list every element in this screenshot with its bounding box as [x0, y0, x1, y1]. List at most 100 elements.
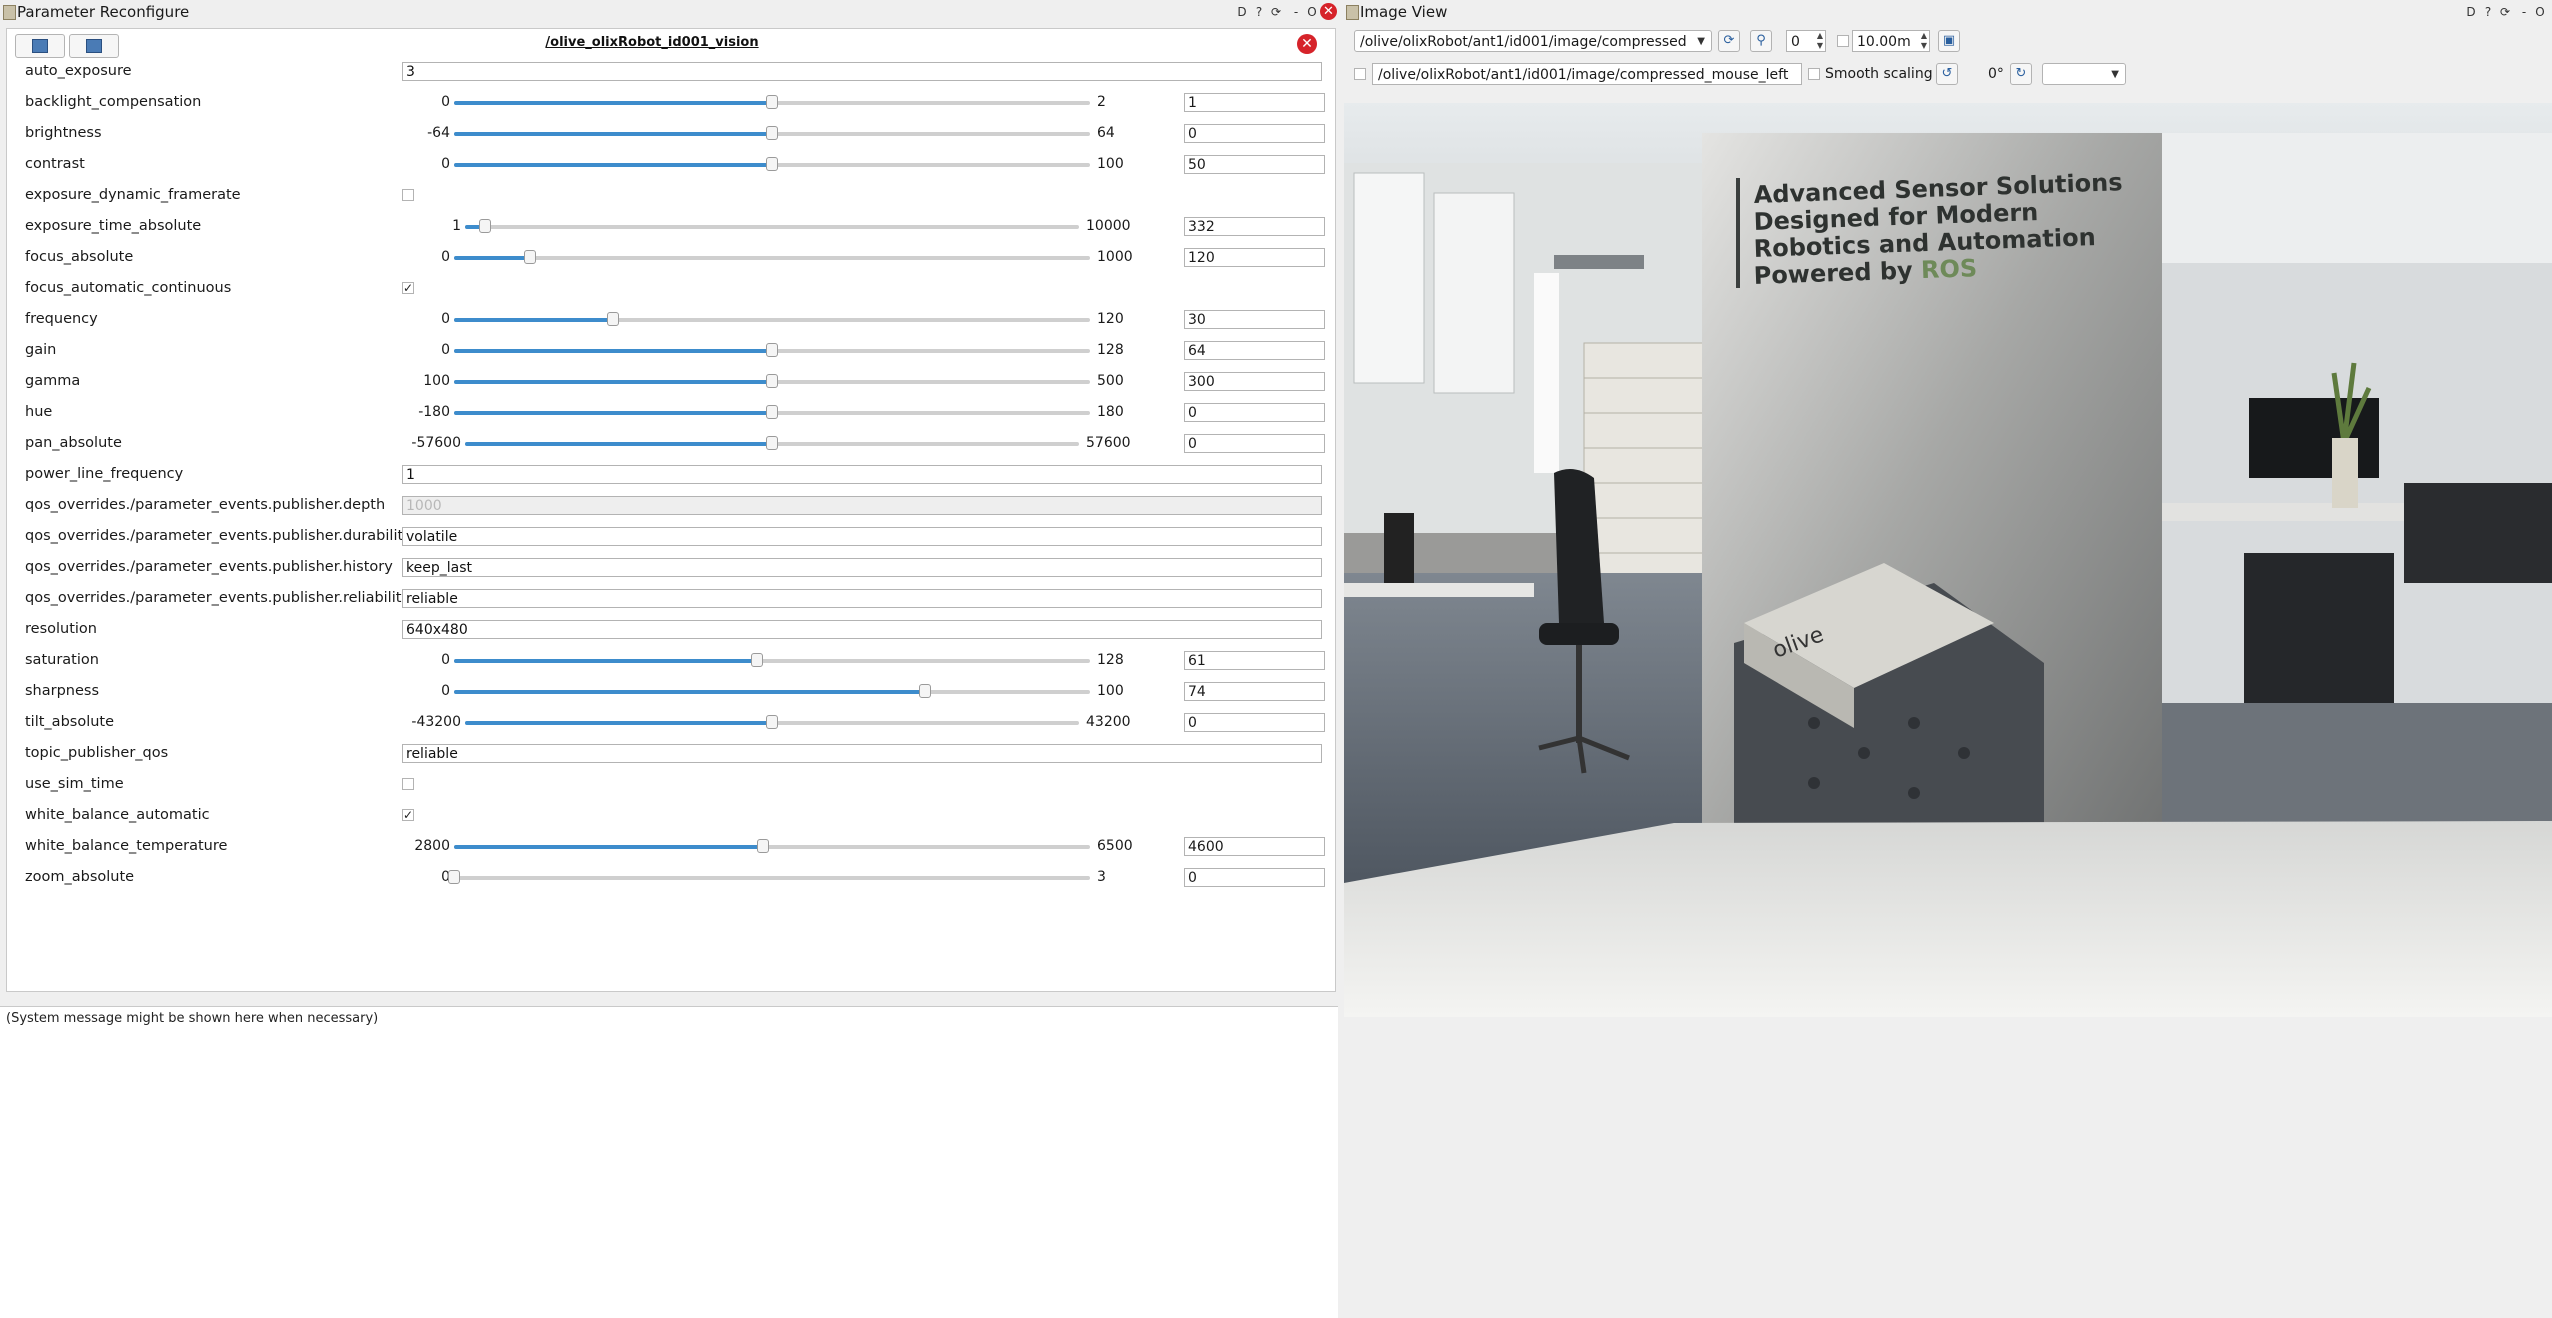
- param-slider-fill: [465, 721, 772, 725]
- param-value-field[interactable]: 0: [1184, 434, 1325, 453]
- dock-button[interactable]: D: [2463, 4, 2479, 20]
- minimize-button[interactable]: -: [2516, 4, 2532, 20]
- refresh-icon[interactable]: ⟳: [2497, 4, 2513, 20]
- camera-image[interactable]: olive Advanced Sensor Solutions Designed…: [1344, 103, 2552, 1017]
- param-max: 64: [1097, 125, 1115, 141]
- close-window-icon[interactable]: ✕: [1320, 3, 1337, 20]
- param-name: saturation: [25, 652, 99, 668]
- help-icon[interactable]: ?: [2480, 4, 2496, 20]
- param-slider-handle[interactable]: [766, 343, 778, 357]
- param-value-field[interactable]: 74: [1184, 682, 1325, 701]
- param-value-field[interactable]: reliable: [402, 744, 1322, 763]
- help-icon[interactable]: ?: [1251, 4, 1267, 20]
- param-max: 1000: [1097, 249, 1133, 265]
- param-slider-handle[interactable]: [766, 95, 778, 109]
- param-slider-fill: [454, 659, 758, 663]
- publish-click-checkbox[interactable]: [1354, 68, 1366, 80]
- param-slider[interactable]: [465, 715, 1079, 729]
- param-slider[interactable]: [454, 95, 1090, 109]
- param-row-contrast: contrast 0 100 50: [25, 149, 1325, 180]
- zoom-value: 0: [1791, 34, 1800, 50]
- param-value-field[interactable]: 0: [1184, 124, 1325, 143]
- param-slider[interactable]: [454, 250, 1090, 264]
- param-value-field[interactable]: 0: [1184, 403, 1325, 422]
- param-slider[interactable]: [454, 343, 1090, 357]
- minimize-button[interactable]: -: [1288, 4, 1304, 20]
- param-slider-handle[interactable]: [766, 157, 778, 171]
- save-image-icon[interactable]: ▣: [1938, 30, 1960, 52]
- param-slider[interactable]: [454, 374, 1090, 388]
- param-value-field[interactable]: 50: [1184, 155, 1325, 174]
- param-slider[interactable]: [465, 436, 1079, 450]
- param-slider-handle[interactable]: [524, 250, 537, 264]
- param-value-field[interactable]: keep_last: [402, 558, 1322, 577]
- max-range-checkbox[interactable]: [1837, 35, 1849, 47]
- param-row-qos-overrides-parameter-events-publisher-history: qos_overrides./parameter_events.publishe…: [25, 552, 1325, 583]
- param-value-field[interactable]: 0: [1184, 868, 1325, 887]
- refresh-topics-button[interactable]: ⟳: [1718, 30, 1740, 52]
- max-range-spinbox[interactable]: 10.00m ▲ ▼: [1852, 30, 1930, 52]
- param-slider-handle[interactable]: [766, 126, 778, 140]
- param-slider-handle[interactable]: [766, 374, 778, 388]
- param-slider-fill: [454, 411, 772, 415]
- param-slider-handle[interactable]: [479, 219, 492, 233]
- param-value-field[interactable]: 30: [1184, 310, 1325, 329]
- param-slider[interactable]: [454, 405, 1090, 419]
- param-name: power_line_frequency: [25, 466, 184, 482]
- param-value-field[interactable]: 1: [1184, 93, 1325, 112]
- options-button[interactable]: O: [2532, 4, 2548, 20]
- param-value-field[interactable]: volatile: [402, 527, 1322, 546]
- param-value-field[interactable]: 300: [1184, 372, 1325, 391]
- zoom-spinbox[interactable]: 0 ▲ ▼: [1786, 30, 1826, 52]
- param-slider-handle[interactable]: [766, 436, 778, 450]
- param-slider-handle[interactable]: [918, 684, 931, 698]
- param-slider[interactable]: [454, 653, 1090, 667]
- param-value-field[interactable]: 640x480: [402, 620, 1322, 639]
- param-checkbox[interactable]: [402, 778, 414, 790]
- parameter-reconfigure-window: Parameter Reconfigure D ? ⟳ - O ✕ /olive…: [0, 0, 1338, 1318]
- param-slider[interactable]: [454, 312, 1090, 326]
- smooth-scaling-checkbox[interactable]: [1808, 68, 1820, 80]
- node-close-icon[interactable]: ✕: [1297, 34, 1317, 54]
- zoom-icon[interactable]: ⚲: [1750, 30, 1772, 52]
- param-min: -57600: [411, 435, 461, 451]
- param-value-field[interactable]: 64: [1184, 341, 1325, 360]
- topic-select[interactable]: /olive/olixRobot/ant1/id001/image/compre…: [1354, 30, 1712, 52]
- param-slider[interactable]: [454, 157, 1090, 171]
- color-scheme-select[interactable]: ▼: [2042, 63, 2126, 85]
- param-slider[interactable]: [465, 219, 1079, 233]
- param-slider[interactable]: [448, 870, 1090, 884]
- options-button[interactable]: O: [1304, 4, 1320, 20]
- param-slider-handle[interactable]: [766, 405, 778, 419]
- param-value-field[interactable]: 61: [1184, 651, 1325, 670]
- param-value-field[interactable]: 332: [1184, 217, 1325, 236]
- param-slider-handle[interactable]: [751, 653, 764, 667]
- dock-button[interactable]: D: [1234, 4, 1250, 20]
- param-value-field[interactable]: 4600: [1184, 837, 1325, 856]
- param-value-field[interactable]: 1: [402, 465, 1322, 484]
- param-value-field: 1000: [402, 496, 1322, 515]
- param-row-qos-overrides-parameter-events-publisher-reliability: qos_overrides./parameter_events.publishe…: [25, 583, 1325, 614]
- param-name: focus_automatic_continuous: [25, 280, 232, 296]
- param-value-field[interactable]: 120: [1184, 248, 1325, 267]
- param-slider-fill: [465, 442, 772, 446]
- param-slider[interactable]: [454, 684, 1090, 698]
- param-row-frequency: frequency 0 120 30: [25, 304, 1325, 335]
- param-slider[interactable]: [454, 126, 1090, 140]
- param-slider-handle[interactable]: [757, 839, 770, 853]
- rotate-right-icon[interactable]: ↻: [2010, 63, 2032, 85]
- param-checkbox[interactable]: ✓: [402, 809, 414, 821]
- param-checkbox[interactable]: ✓: [402, 282, 414, 294]
- param-value-field[interactable]: reliable: [402, 589, 1322, 608]
- param-slider-handle[interactable]: [766, 715, 778, 729]
- param-checkbox[interactable]: [402, 189, 414, 201]
- param-value-field[interactable]: 0: [1184, 713, 1325, 732]
- param-row-resolution: resolution 640x480: [25, 614, 1325, 645]
- rotate-left-icon[interactable]: ↺: [1936, 63, 1958, 85]
- param-slider-handle[interactable]: [607, 312, 619, 326]
- param-value-field[interactable]: 3: [402, 62, 1322, 81]
- param-slider[interactable]: [454, 839, 1090, 853]
- refresh-icon[interactable]: ⟳: [1268, 4, 1284, 20]
- param-slider-handle[interactable]: [448, 870, 460, 884]
- mouse-topic-field[interactable]: /olive/olixRobot/ant1/id001/image/compre…: [1372, 63, 1802, 85]
